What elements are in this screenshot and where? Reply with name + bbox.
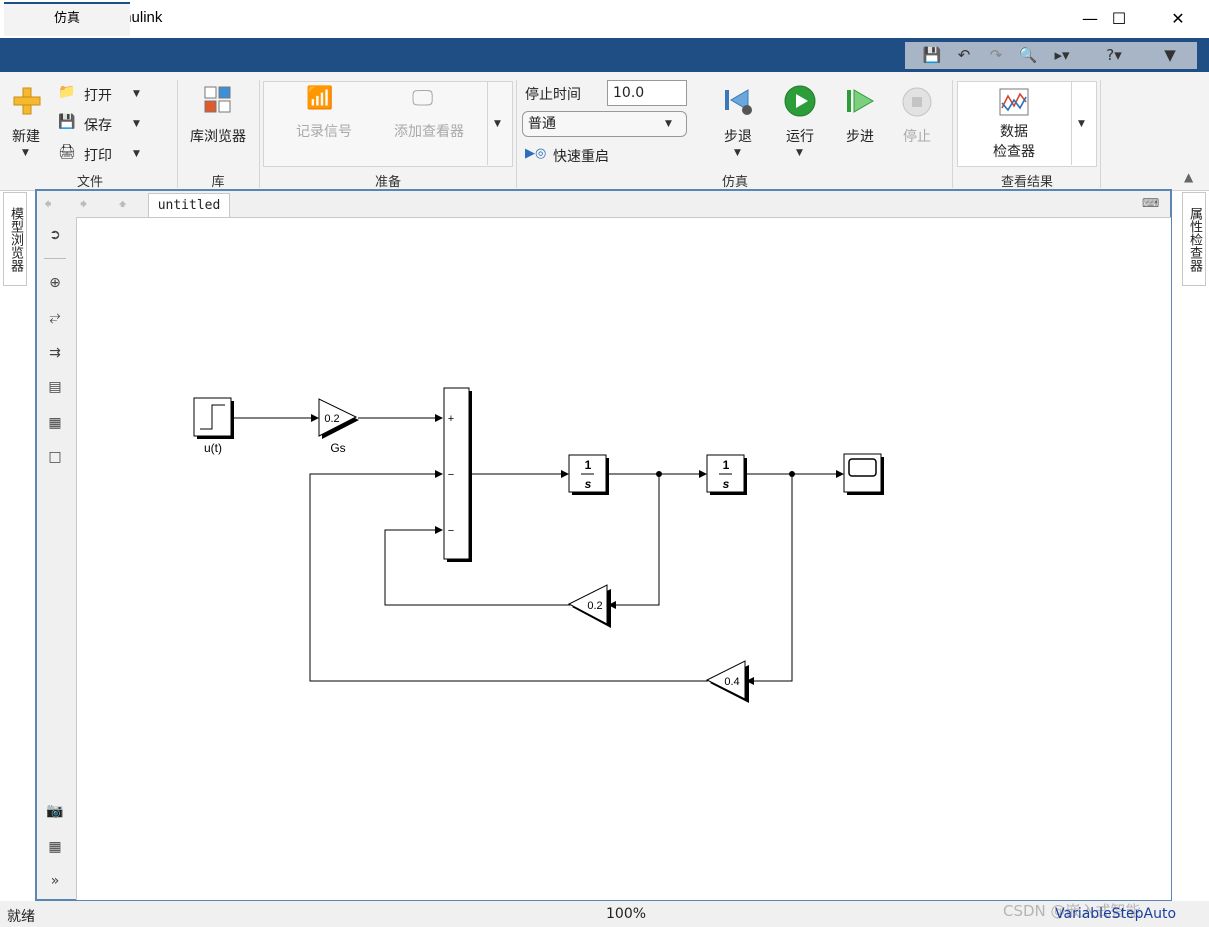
sum-sign-plus: +: [448, 413, 454, 425]
solver-status[interactable]: VariableStepAuto: [1055, 906, 1176, 922]
integrator-2-denominator: s: [723, 477, 730, 491]
feedback-gain-2-value: 0.4: [724, 676, 739, 688]
sum-sign-minus-2: −: [448, 525, 454, 537]
signal-inner-feedback[interactable]: [608, 474, 660, 609]
integrator-2-numerator: 1: [723, 458, 730, 472]
gain-gs-name: Gs: [330, 441, 345, 455]
feedback-gain-1-value: 0.2: [587, 600, 602, 612]
step-label: u(t): [204, 441, 222, 455]
signal-outer-feedback[interactable]: [746, 474, 793, 685]
scope-block[interactable]: [843, 453, 884, 495]
status-text: 就绪: [7, 909, 35, 925]
integrator-1-denominator: s: [585, 477, 592, 491]
branch-point: [656, 471, 662, 477]
step-block[interactable]: [193, 397, 234, 439]
zoom-level: 100%: [606, 906, 647, 922]
signal-outer-feedback-return[interactable]: [309, 470, 708, 682]
sum-sign-minus-1: −: [448, 469, 454, 481]
gain-gs-value: 0.2: [324, 413, 339, 425]
branch-point: [789, 471, 795, 477]
integrator-1-numerator: 1: [585, 458, 592, 472]
block-diagram: u(t) 0.2 Gs + − − 1 s 1 s 0.2 0.4: [193, 387, 884, 703]
signal-inner-feedback-return[interactable]: [384, 526, 570, 606]
